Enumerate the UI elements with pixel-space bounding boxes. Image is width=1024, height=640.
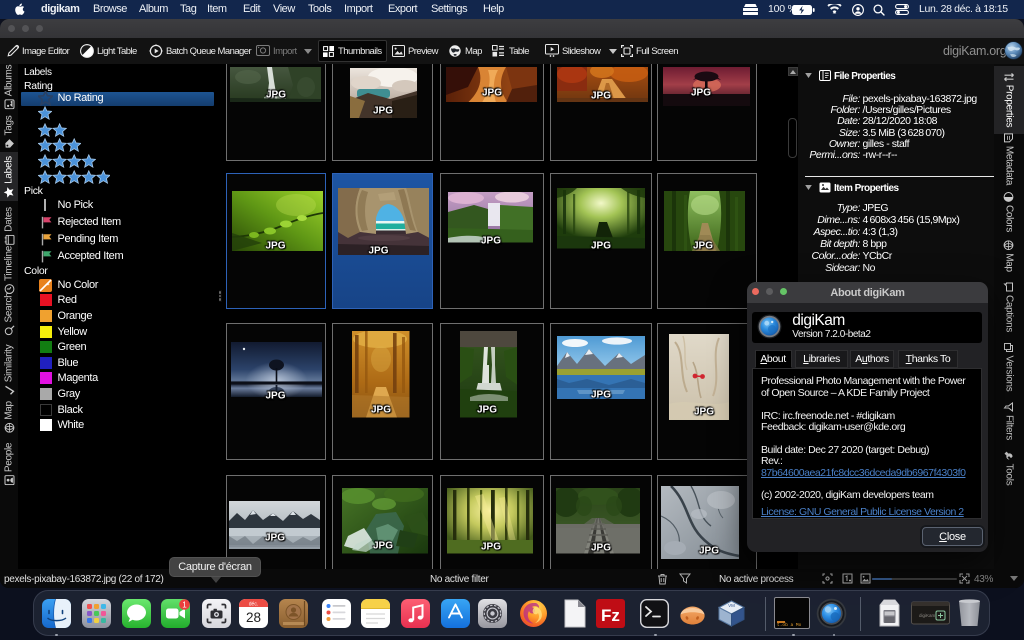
svg-text:déc.: déc.: [249, 602, 258, 608]
svg-text:VM: VM: [728, 603, 735, 608]
svg-text:digiKam: digiKam: [919, 613, 936, 618]
svg-text:1: 1: [182, 600, 187, 609]
svg-text:28: 28: [246, 610, 261, 625]
svg-text:Fz: Fz: [601, 606, 620, 625]
